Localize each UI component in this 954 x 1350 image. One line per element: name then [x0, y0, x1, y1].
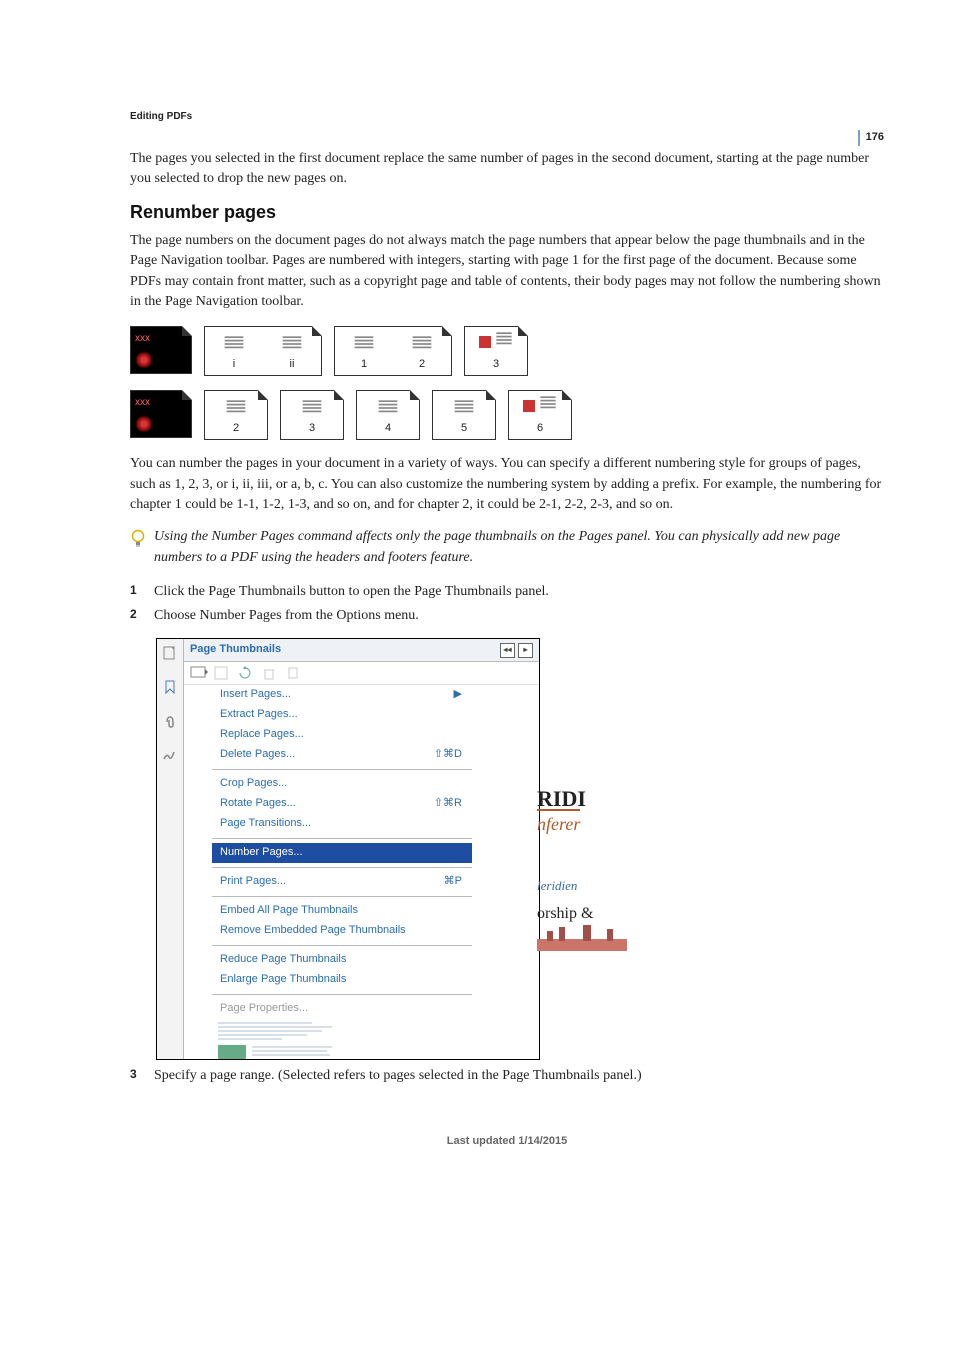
- panel-toolbar: [184, 662, 539, 685]
- options-menu: Insert Pages...▶ Extract Pages... Replac…: [212, 685, 472, 1018]
- panel-side-art: RIDI nferer leridien orship &: [537, 789, 627, 951]
- options-menu-icon: [190, 666, 204, 680]
- tool-icon: [214, 666, 228, 680]
- trash-tool-icon: [262, 666, 276, 680]
- lightbulb-icon: [130, 529, 148, 549]
- thumb-roman: i ii: [204, 326, 322, 376]
- menu-insert-pages[interactable]: Insert Pages...▶: [212, 685, 472, 705]
- panel-rail: [157, 639, 184, 1058]
- intro-continuation: The pages you selected in the first docu…: [130, 149, 884, 190]
- menu-enlarge-thumbnails[interactable]: Enlarge Page Thumbnails: [212, 970, 472, 990]
- panel-next-icon: ▸: [518, 643, 533, 658]
- thumb-arabic-12: 1 2: [334, 326, 452, 376]
- step-2: 2Choose Number Pages from the Options me…: [130, 606, 884, 626]
- menu-number-pages[interactable]: Number Pages...: [212, 843, 472, 863]
- menu-print-pages[interactable]: Print Pages...⌘P: [212, 872, 472, 892]
- menu-replace-pages[interactable]: Replace Pages...: [212, 725, 472, 745]
- attachment-icon: [162, 713, 178, 729]
- thumb-cover: xxx: [130, 326, 192, 374]
- panel-prev-icon: ◂◂: [500, 643, 515, 658]
- thumb-2b: 2: [204, 390, 268, 440]
- paragraph-2: You can number the pages in your documen…: [130, 454, 884, 515]
- menu-extract-pages[interactable]: Extract Pages...: [212, 705, 472, 725]
- menu-embed-thumbnails[interactable]: Embed All Page Thumbnails: [212, 901, 472, 921]
- figure-row-2: xxx 2 3 4 5 6: [130, 390, 884, 440]
- rotate-tool-icon: [238, 666, 252, 680]
- pages-icon: [162, 645, 178, 661]
- paragraph-1: The page numbers on the document pages d…: [130, 231, 884, 312]
- page-thumbnails-panel-figure: Page Thumbnails ◂◂ ▸ Insert Pages...▶ Ex…: [156, 638, 540, 1059]
- section-label: Editing PDFs: [130, 110, 884, 125]
- thumbnail-preview-icon: [212, 1019, 342, 1059]
- menu-crop-pages[interactable]: Crop Pages...: [212, 774, 472, 794]
- step-1: 1Click the Page Thumbnails button to ope…: [130, 582, 884, 602]
- tip-note: Using the Number Pages command affects o…: [130, 527, 884, 568]
- thumb-5: 5: [432, 390, 496, 440]
- menu-delete-pages[interactable]: Delete Pages...⇧⌘D: [212, 745, 472, 765]
- thumb-3b: 3: [280, 390, 344, 440]
- footer-last-updated: Last updated 1/14/2015: [130, 1134, 884, 1150]
- thumb-cover-2: xxx: [130, 390, 192, 438]
- menu-page-properties: Page Properties...: [212, 999, 472, 1019]
- tip-text: Using the Number Pages command affects o…: [154, 527, 884, 568]
- menu-remove-embedded[interactable]: Remove Embedded Page Thumbnails: [212, 921, 472, 941]
- heading-renumber-pages: Renumber pages: [130, 199, 884, 225]
- bookmark-icon: [162, 679, 178, 695]
- signatures-icon: [162, 747, 178, 763]
- menu-page-transitions[interactable]: Page Transitions...: [212, 814, 472, 834]
- panel-header: Page Thumbnails ◂◂ ▸: [184, 639, 539, 662]
- page-number: 176: [858, 130, 884, 146]
- panel-title: Page Thumbnails: [190, 642, 281, 658]
- step-3: 3Specify a page range. (Selected refers …: [130, 1066, 884, 1086]
- thumb-4: 4: [356, 390, 420, 440]
- page-tool-icon: [286, 666, 300, 680]
- menu-rotate-pages[interactable]: Rotate Pages...⇧⌘R: [212, 794, 472, 814]
- figure-row-1: xxx i ii 1 2 3: [130, 326, 884, 376]
- menu-reduce-thumbnails[interactable]: Reduce Page Thumbnails: [212, 950, 472, 970]
- thumb-6: 6: [508, 390, 572, 440]
- thumb-3: 3: [464, 326, 528, 376]
